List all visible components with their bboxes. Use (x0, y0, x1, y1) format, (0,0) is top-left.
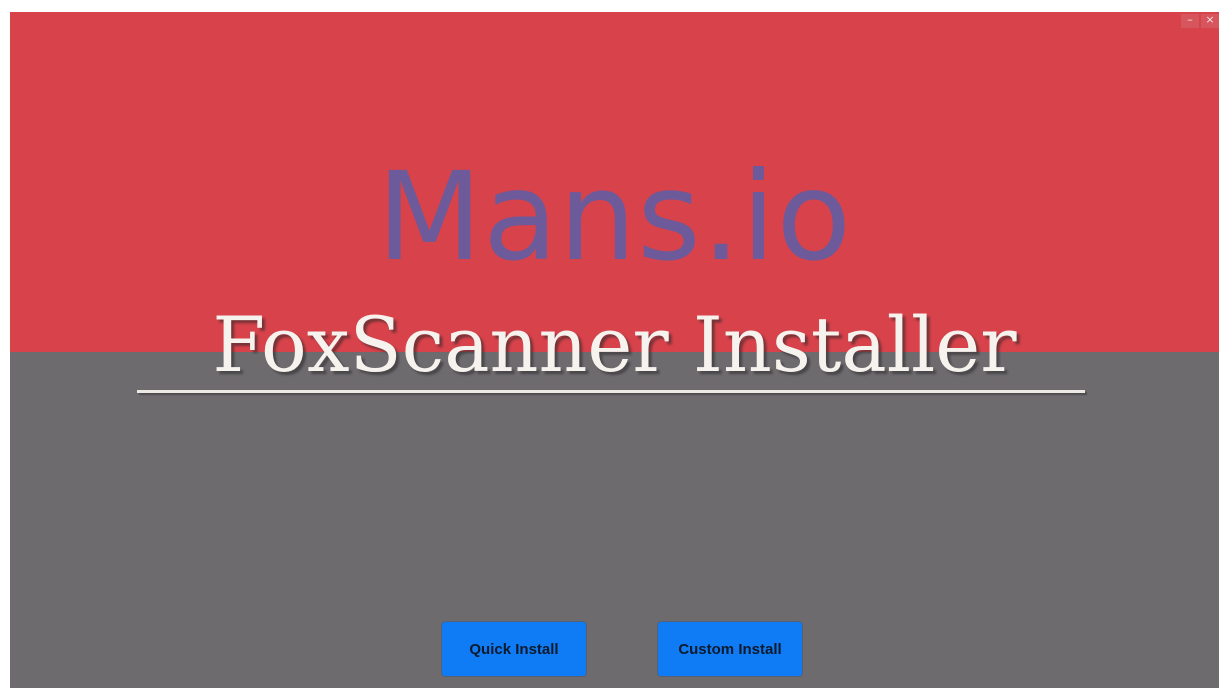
body-band (10, 352, 1219, 688)
installer-title: FoxScanner Installer (212, 300, 1017, 389)
installer-window: – × Mans.io FoxScanner Installer Quick I… (10, 12, 1219, 688)
title-underline (137, 390, 1085, 393)
minimize-button[interactable]: – (1181, 14, 1199, 28)
window-controls: – × (1181, 14, 1219, 28)
close-button[interactable]: × (1201, 14, 1219, 28)
custom-install-button[interactable]: Custom Install (658, 622, 802, 676)
quick-install-button[interactable]: Quick Install (442, 622, 586, 676)
